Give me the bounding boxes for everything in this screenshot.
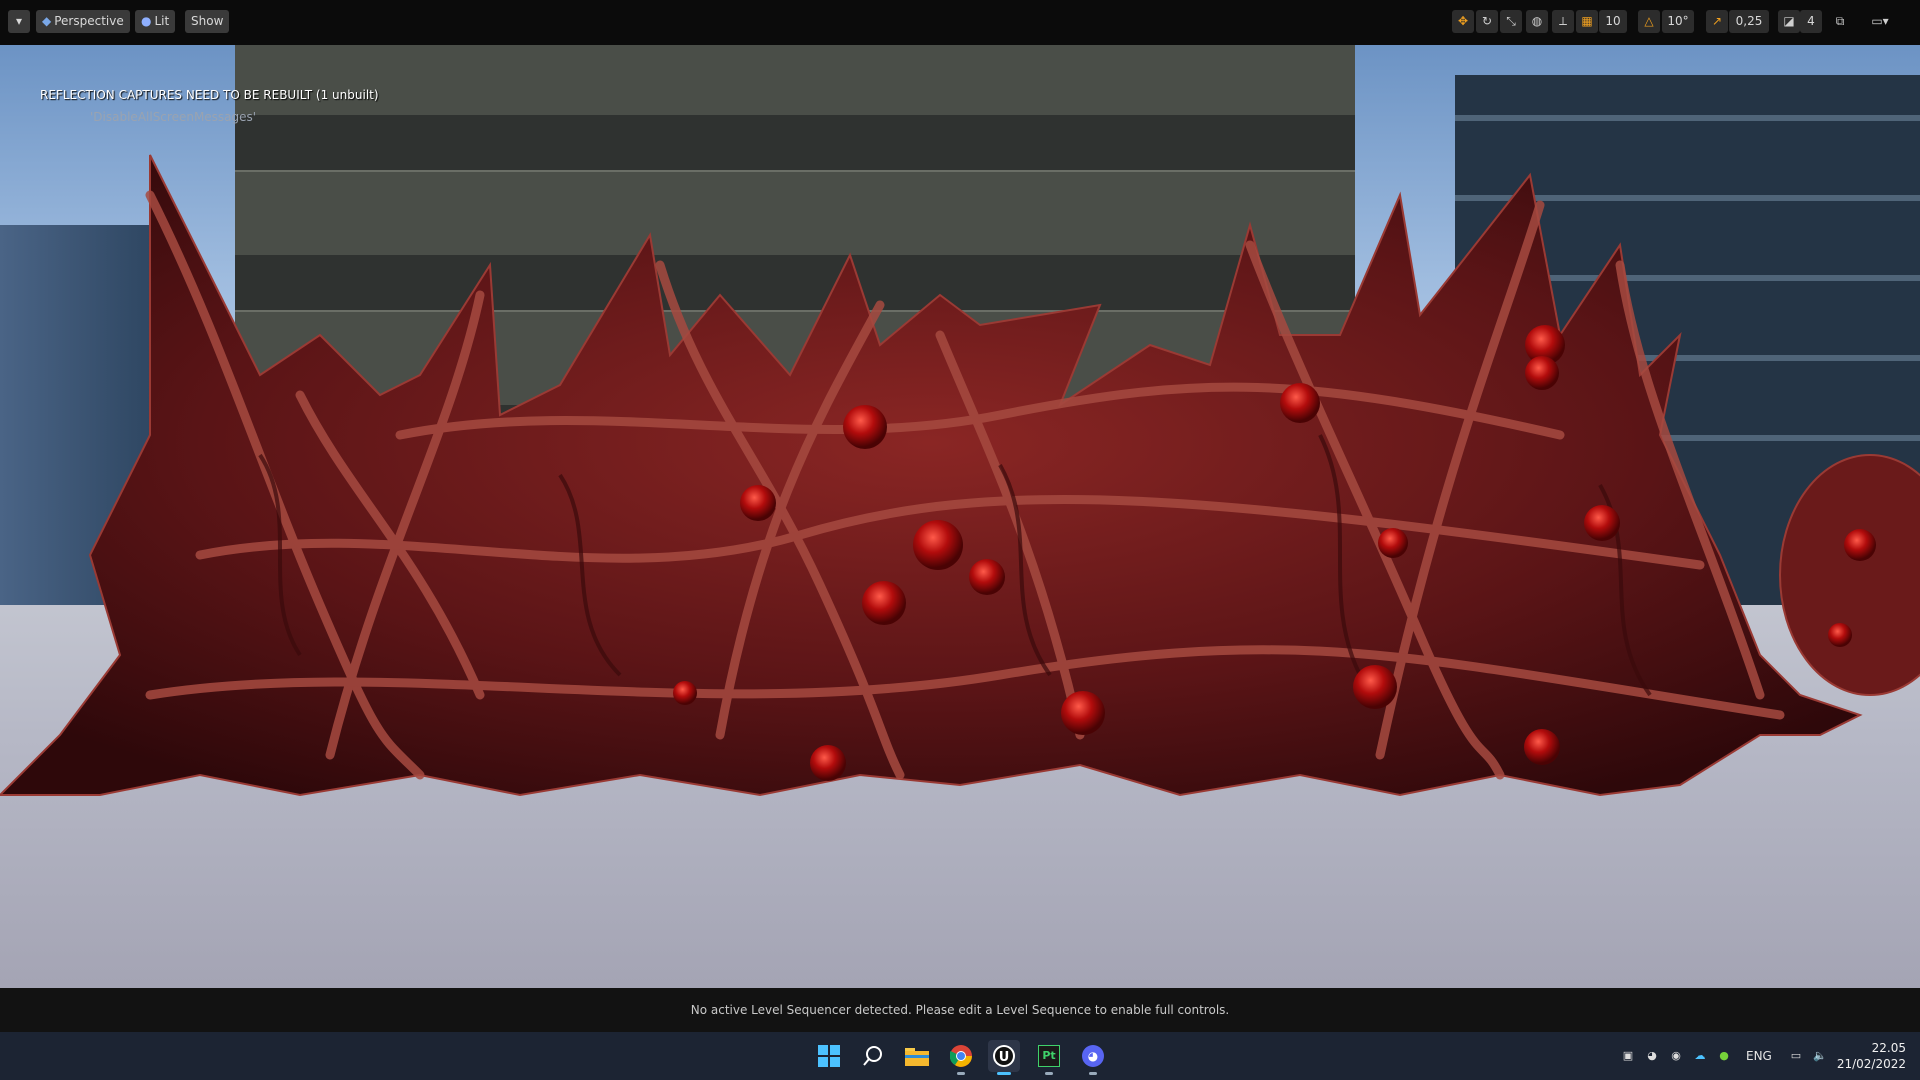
show-label: Show: [191, 14, 224, 28]
lit-button[interactable]: ● Lit: [135, 10, 176, 33]
unreal-engine-icon[interactable]: U: [988, 1040, 1020, 1075]
search-icon[interactable]: [857, 1040, 889, 1072]
sequencer-status-bar: No active Level Sequencer detected. Plea…: [0, 988, 1920, 1032]
creature-wall-mesh[interactable]: [0, 135, 1920, 855]
windows-taskbar: U Pt ◕ ▣ ◕ ◉ ☁ ● ENG ▭ 🔈 22.05 21/02/202…: [0, 1032, 1920, 1080]
warning-subtext: 'DisableAllScreenMessages': [90, 110, 257, 124]
grid-snap-icon[interactable]: ▦: [1576, 10, 1598, 33]
reflection-warning: REFLECTION CAPTURES NEED TO BE REBUILT (…: [40, 88, 379, 102]
pycharm-label: Pt: [1038, 1045, 1060, 1067]
network-tray-icon[interactable]: ☁: [1692, 1048, 1708, 1064]
perspective-label: Perspective: [54, 14, 124, 28]
viewport-options-dropdown[interactable]: ▾: [8, 10, 30, 33]
maximize-viewport-icon[interactable]: ⧉: [1829, 10, 1851, 33]
sequencer-message: No active Level Sequencer detected. Plea…: [690, 1003, 1230, 1017]
lit-label: Lit: [154, 14, 170, 28]
monitor-network-icon[interactable]: ▭: [1788, 1048, 1804, 1064]
rotate-icon[interactable]: ↻: [1476, 10, 1498, 33]
windows-start-icon[interactable]: [813, 1040, 845, 1072]
level-viewport[interactable]: REFLECTION CAPTURES NEED TO BE REBUILT (…: [0, 45, 1920, 988]
surface-snap-icon[interactable]: ⟂: [1552, 10, 1574, 33]
svg-text:U: U: [999, 1050, 1010, 1065]
camera-speed-icon[interactable]: ◪: [1778, 10, 1800, 33]
rotation-snap-value[interactable]: 10°: [1662, 10, 1694, 33]
clock-time: 22.05: [1871, 1041, 1906, 1055]
language-indicator[interactable]: ENG: [1746, 1032, 1772, 1080]
camera-icon: ◆: [42, 14, 52, 28]
scale-icon[interactable]: ⤡: [1500, 10, 1522, 33]
taskbar-clock[interactable]: 22.05 21/02/2022: [1837, 1040, 1906, 1072]
nvidia-tray-icon[interactable]: ●: [1716, 1048, 1732, 1064]
pycharm-icon[interactable]: Pt: [1033, 1040, 1065, 1075]
steam-tray-icon[interactable]: ◉: [1668, 1048, 1684, 1064]
perspective-button[interactable]: ◆ Perspective: [36, 10, 130, 33]
lit-sphere-icon: ●: [141, 14, 152, 28]
scale-snap-value[interactable]: 0,25: [1729, 10, 1769, 33]
world-space-icon[interactable]: ◍: [1526, 10, 1548, 33]
layout-grid-icon[interactable]: ▭▾: [1862, 10, 1898, 33]
discord-tray-icon[interactable]: ◕: [1644, 1048, 1660, 1064]
grid-snap-value[interactable]: 10: [1599, 10, 1627, 33]
rotation-snap-icon[interactable]: △: [1638, 10, 1660, 33]
translate-icon[interactable]: ✥: [1452, 10, 1474, 33]
clock-date: 21/02/2022: [1836, 1057, 1906, 1071]
volume-icon[interactable]: 🔈: [1812, 1048, 1828, 1064]
viewport-toolbar: ▾ ◆ Perspective ● Lit Show ✥ ↻ ⤡ ◍ ⟂ ▦ 10 …: [0, 0, 1920, 45]
discord-icon[interactable]: ◕: [1077, 1040, 1109, 1075]
chevron-down-icon: ▾: [15, 14, 23, 28]
tray-app-icon[interactable]: ▣: [1620, 1048, 1636, 1064]
file-explorer-icon[interactable]: [901, 1040, 933, 1072]
camera-speed-value[interactable]: 4: [1800, 10, 1822, 33]
scale-snap-icon[interactable]: ↗: [1706, 10, 1728, 33]
show-button[interactable]: Show: [185, 10, 230, 33]
chrome-icon[interactable]: [945, 1040, 977, 1075]
